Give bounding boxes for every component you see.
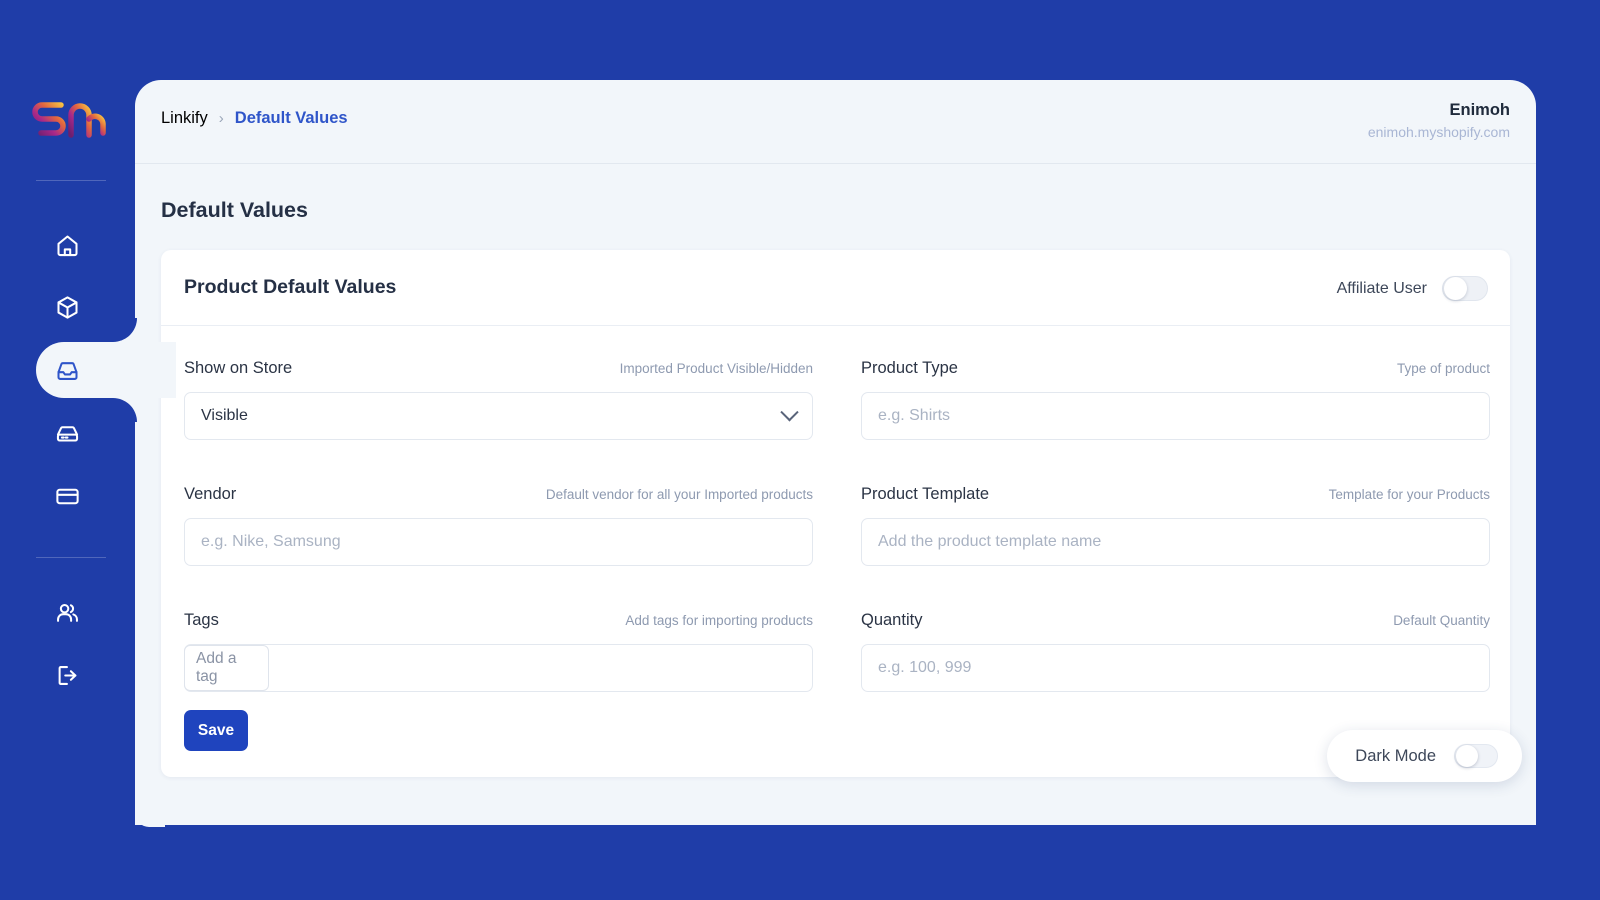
chevron-down-icon: [780, 402, 799, 421]
product-template-input[interactable]: Add the product template name: [861, 518, 1490, 566]
account-domain: enimoh.myshopify.com: [1367, 124, 1510, 141]
field-hint: Add tags for importing products: [625, 613, 813, 628]
field-hint: Type of product: [1396, 361, 1490, 376]
logout-icon: [58, 665, 77, 685]
field-product-type: Product Type Type of product e.g. Shirts: [861, 347, 1490, 473]
field-label: Product Type: [861, 359, 958, 377]
product-type-input[interactable]: e.g. Shirts: [861, 392, 1490, 440]
field-show-on-store: Show on Store Imported Product Visible/H…: [184, 347, 813, 473]
sidebar-item-billing[interactable]: [0, 468, 135, 524]
field-label: Quantity: [861, 611, 923, 629]
field-header: Product Type Type of product: [861, 347, 1490, 378]
save-button[interactable]: Save: [184, 710, 248, 751]
users-icon: [57, 603, 78, 622]
dark-mode-label: Dark Mode: [1355, 746, 1436, 765]
toggle-knob: [1456, 745, 1478, 767]
product-default-values-card: Product Default Values Affiliate User Sh…: [161, 250, 1510, 777]
select-value: Visible: [201, 407, 248, 424]
tags-container[interactable]: Add a tag: [184, 644, 813, 692]
card-title: Product Default Values: [184, 276, 397, 298]
quantity-input[interactable]: e.g. 100, 999: [861, 644, 1490, 692]
input-placeholder: e.g. 100, 999: [878, 659, 972, 676]
breadcrumb-root[interactable]: Linkify: [161, 109, 208, 128]
field-tags: Tags Add tags for importing products Add…: [184, 599, 813, 725]
inbox-icon: [57, 361, 78, 380]
sidebar-item-users[interactable]: [0, 584, 135, 640]
affiliate-user-toggle[interactable]: [1442, 276, 1488, 301]
topbar: Linkify › Default Values Enimoh enimoh.m…: [135, 80, 1536, 164]
breadcrumb: Linkify › Default Values: [161, 109, 348, 128]
cube-icon: [57, 295, 78, 319]
sidebar-item-logout[interactable]: [0, 647, 135, 703]
sidebar-divider-bottom: [36, 557, 106, 558]
vendor-input[interactable]: e.g. Nike, Samsung: [184, 518, 813, 566]
toggle-knob: [1444, 277, 1467, 300]
tag-input[interactable]: Add a tag: [184, 645, 269, 691]
affiliate-user-label: Affiliate User: [1336, 279, 1427, 297]
chevron-right-icon: ›: [218, 110, 224, 127]
account-info[interactable]: Enimoh enimoh.myshopify.com: [1368, 99, 1510, 143]
field-header: Product Template Template for your Produ…: [861, 473, 1490, 504]
app-logo[interactable]: [0, 88, 135, 154]
field-product-template: Product Template Template for your Produ…: [861, 473, 1490, 599]
field-header: Tags Add tags for importing products: [184, 599, 813, 630]
sidebar-notch-top: [113, 318, 137, 342]
field-header: Show on Store Imported Product Visible/H…: [184, 347, 813, 378]
sidebar: [0, 0, 176, 900]
input-placeholder: Add a tag: [196, 650, 237, 685]
input-placeholder: e.g. Nike, Samsung: [201, 533, 341, 550]
field-header: Vendor Default vendor for all your Impor…: [184, 473, 813, 504]
field-header: Quantity Default Quantity: [861, 599, 1490, 630]
field-hint: Template for your Products: [1328, 487, 1490, 502]
breadcrumb-current[interactable]: Default Values: [235, 109, 348, 128]
account-name: Enimoh: [1449, 101, 1511, 119]
sidebar-divider-top: [36, 180, 106, 181]
sidebar-notch-bottom: [113, 398, 137, 422]
input-placeholder: e.g. Shirts: [878, 407, 951, 424]
default-values-form: Show on Store Imported Product Visible/H…: [161, 327, 1510, 725]
input-placeholder: Add the product template name: [878, 533, 1102, 550]
sidebar-item-home[interactable]: [0, 217, 135, 273]
server-icon: [56, 425, 79, 441]
page-title: Default Values: [161, 198, 308, 222]
dark-mode-toggle[interactable]: [1454, 744, 1498, 768]
sidebar-item-imports[interactable]: [0, 342, 135, 398]
credit-card-icon: [56, 488, 79, 504]
field-hint: Imported Product Visible/Hidden: [619, 361, 813, 376]
content-panel: Linkify › Default Values Enimoh enimoh.m…: [135, 80, 1536, 825]
field-hint: Default Quantity: [1393, 613, 1490, 628]
field-label: Tags: [184, 611, 219, 629]
field-label: Vendor: [184, 485, 237, 503]
home-icon: [57, 234, 78, 256]
show-on-store-select[interactable]: Visible: [184, 392, 813, 440]
field-label: Show on Store: [184, 359, 293, 377]
field-label: Product Template: [861, 485, 990, 503]
field-hint: Default vendor for all your Imported pro…: [545, 487, 813, 502]
field-vendor: Vendor Default vendor for all your Impor…: [184, 473, 813, 599]
affiliate-user-row: Affiliate User: [1337, 276, 1488, 301]
card-header: Product Default Values Affiliate User: [161, 250, 1510, 326]
dark-mode-widget: Dark Mode: [1327, 730, 1522, 782]
field-quantity: Quantity Default Quantity e.g. 100, 999: [861, 599, 1490, 725]
